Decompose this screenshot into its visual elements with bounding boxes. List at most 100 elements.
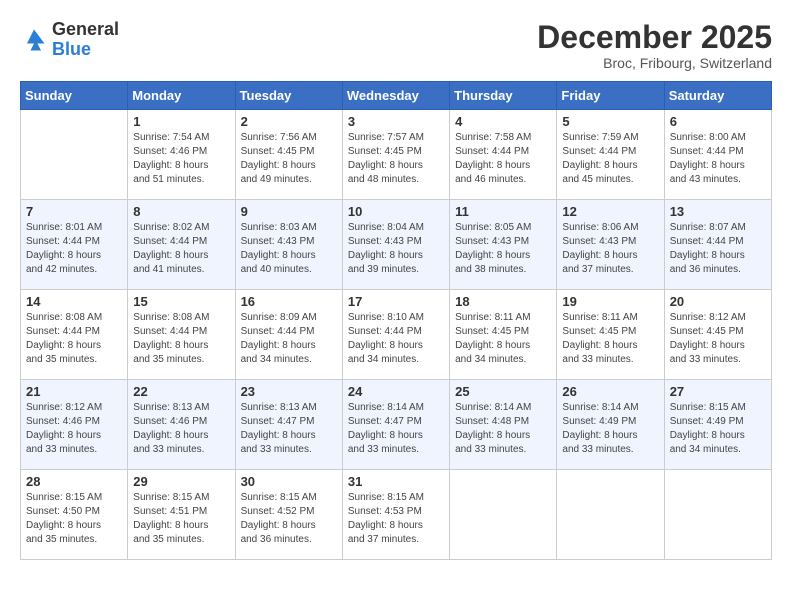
- calendar-cell: 17 Sunrise: 8:10 AMSunset: 4:44 PMDayligh…: [342, 290, 449, 380]
- calendar-cell: 30 Sunrise: 8:15 AMSunset: 4:52 PMDayligh…: [235, 470, 342, 560]
- day-info: Sunrise: 8:07 AMSunset: 4:44 PMDaylight:…: [670, 221, 766, 277]
- calendar-cell: [557, 470, 664, 560]
- calendar-cell: 20 Sunrise: 8:12 AMSunset: 4:45 PMDayligh…: [664, 290, 771, 380]
- day-number: 1: [133, 114, 229, 129]
- calendar-cell: 26Sunrise: 8:14 AMSunset: 4:49 PMDayligh…: [557, 380, 664, 470]
- calendar-cell: 16 Sunrise: 8:09 AMSunset: 4:44 PMDayligh…: [235, 290, 342, 380]
- title-block: December 2025 Broc, Fribourg, Switzerlan…: [537, 20, 772, 71]
- calendar-cell: 7Sunrise: 8:01 AMSunset: 4:44 PMDaylight…: [21, 200, 128, 290]
- day-info: Sunrise: 8:00 AMSunset: 4:44 PMDaylight:…: [670, 131, 766, 187]
- day-info: Sunrise: 8:12 AMSunset: 4:45 PMDaylight:…: [670, 311, 766, 367]
- calendar-week-row: 14 Sunrise: 8:08 AMSunset: 4:44 PMDayligh…: [21, 290, 772, 380]
- day-number: 28: [26, 474, 122, 489]
- location: Broc, Fribourg, Switzerland: [537, 55, 772, 71]
- day-number: 8: [133, 204, 229, 219]
- day-info: Sunrise: 8:15 AMSunset: 4:53 PMDaylight:…: [348, 491, 444, 547]
- day-number: 14: [26, 294, 122, 309]
- day-info: Sunrise: 8:13 AMSunset: 4:46 PMDaylight:…: [133, 401, 229, 457]
- day-number: 30: [241, 474, 337, 489]
- calendar-cell: 11Sunrise: 8:05 AMSunset: 4:43 PMDayligh…: [450, 200, 557, 290]
- day-info: Sunrise: 8:15 AMSunset: 4:52 PMDaylight:…: [241, 491, 337, 547]
- day-info: Sunrise: 8:10 AMSunset: 4:44 PMDaylight:…: [348, 311, 444, 367]
- day-number: 3: [348, 114, 444, 129]
- calendar-cell: 29Sunrise: 8:15 AMSunset: 4:51 PMDayligh…: [128, 470, 235, 560]
- day-number: 2: [241, 114, 337, 129]
- day-header-thursday: Thursday: [450, 82, 557, 110]
- day-info: Sunrise: 8:13 AMSunset: 4:47 PMDaylight:…: [241, 401, 337, 457]
- calendar-cell: [450, 470, 557, 560]
- day-number: 15: [133, 294, 229, 309]
- day-number: 5: [562, 114, 658, 129]
- calendar-cell: 2 Sunrise: 7:56 AMSunset: 4:45 PMDaylight…: [235, 110, 342, 200]
- day-info: Sunrise: 8:04 AMSunset: 4:43 PMDaylight:…: [348, 221, 444, 277]
- day-header-tuesday: Tuesday: [235, 82, 342, 110]
- calendar-cell: 5 Sunrise: 7:59 AMSunset: 4:44 PMDaylight…: [557, 110, 664, 200]
- month-title: December 2025: [537, 20, 772, 55]
- calendar-cell: [21, 110, 128, 200]
- calendar-cell: 14 Sunrise: 8:08 AMSunset: 4:44 PMDayligh…: [21, 290, 128, 380]
- day-number: 19: [562, 294, 658, 309]
- day-info: Sunrise: 8:08 AMSunset: 4:44 PMDaylight:…: [133, 311, 229, 367]
- day-number: 17: [348, 294, 444, 309]
- day-info: Sunrise: 7:54 AMSunset: 4:46 PMDaylight:…: [133, 131, 229, 187]
- day-number: 27: [670, 384, 766, 399]
- day-info: Sunrise: 7:56 AMSunset: 4:45 PMDaylight:…: [241, 131, 337, 187]
- day-info: Sunrise: 8:01 AMSunset: 4:44 PMDaylight:…: [26, 221, 122, 277]
- day-info: Sunrise: 8:11 AMSunset: 4:45 PMDaylight:…: [562, 311, 658, 367]
- day-info: Sunrise: 8:06 AMSunset: 4:43 PMDaylight:…: [562, 221, 658, 277]
- page-header: General Blue December 2025 Broc, Fribour…: [20, 20, 772, 71]
- day-info: Sunrise: 8:11 AMSunset: 4:45 PMDaylight:…: [455, 311, 551, 367]
- day-info: Sunrise: 8:02 AMSunset: 4:44 PMDaylight:…: [133, 221, 229, 277]
- day-info: Sunrise: 8:03 AMSunset: 4:43 PMDaylight:…: [241, 221, 337, 277]
- logo: General Blue: [20, 20, 119, 60]
- calendar-cell: 19 Sunrise: 8:11 AMSunset: 4:45 PMDayligh…: [557, 290, 664, 380]
- day-header-monday: Monday: [128, 82, 235, 110]
- day-header-saturday: Saturday: [664, 82, 771, 110]
- calendar-cell: 31 Sunrise: 8:15 AMSunset: 4:53 PMDayligh…: [342, 470, 449, 560]
- day-info: Sunrise: 8:14 AMSunset: 4:47 PMDaylight:…: [348, 401, 444, 457]
- day-number: 24: [348, 384, 444, 399]
- day-number: 20: [670, 294, 766, 309]
- calendar-cell: 4 Sunrise: 7:58 AMSunset: 4:44 PMDaylight…: [450, 110, 557, 200]
- day-info: Sunrise: 8:09 AMSunset: 4:44 PMDaylight:…: [241, 311, 337, 367]
- day-number: 29: [133, 474, 229, 489]
- day-info: Sunrise: 7:59 AMSunset: 4:44 PMDaylight:…: [562, 131, 658, 187]
- calendar-cell: 6Sunrise: 8:00 AMSunset: 4:44 PMDaylight…: [664, 110, 771, 200]
- calendar-week-row: 7Sunrise: 8:01 AMSunset: 4:44 PMDaylight…: [21, 200, 772, 290]
- day-number: 26: [562, 384, 658, 399]
- day-info: Sunrise: 8:12 AMSunset: 4:46 PMDaylight:…: [26, 401, 122, 457]
- logo-text: General Blue: [52, 20, 119, 60]
- day-header-friday: Friday: [557, 82, 664, 110]
- day-info: Sunrise: 8:05 AMSunset: 4:43 PMDaylight:…: [455, 221, 551, 277]
- day-info: Sunrise: 8:08 AMSunset: 4:44 PMDaylight:…: [26, 311, 122, 367]
- day-info: Sunrise: 7:57 AMSunset: 4:45 PMDaylight:…: [348, 131, 444, 187]
- calendar-cell: 9 Sunrise: 8:03 AMSunset: 4:43 PMDaylight…: [235, 200, 342, 290]
- calendar-header-row: SundayMondayTuesdayWednesdayThursdayFrid…: [21, 82, 772, 110]
- day-number: 18: [455, 294, 551, 309]
- calendar-cell: [664, 470, 771, 560]
- day-number: 21: [26, 384, 122, 399]
- calendar-week-row: 28 Sunrise: 8:15 AMSunset: 4:50 PMDayligh…: [21, 470, 772, 560]
- calendar-cell: 27 Sunrise: 8:15 AMSunset: 4:49 PMDayligh…: [664, 380, 771, 470]
- calendar-cell: 24 Sunrise: 8:14 AMSunset: 4:47 PMDayligh…: [342, 380, 449, 470]
- day-number: 16: [241, 294, 337, 309]
- day-info: Sunrise: 8:15 AMSunset: 4:49 PMDaylight:…: [670, 401, 766, 457]
- day-number: 25: [455, 384, 551, 399]
- day-info: Sunrise: 8:15 AMSunset: 4:50 PMDaylight:…: [26, 491, 122, 547]
- calendar-cell: 8 Sunrise: 8:02 AMSunset: 4:44 PMDaylight…: [128, 200, 235, 290]
- calendar-cell: 10 Sunrise: 8:04 AMSunset: 4:43 PMDayligh…: [342, 200, 449, 290]
- calendar-cell: 28 Sunrise: 8:15 AMSunset: 4:50 PMDayligh…: [21, 470, 128, 560]
- day-number: 10: [348, 204, 444, 219]
- calendar-cell: 15 Sunrise: 8:08 AMSunset: 4:44 PMDayligh…: [128, 290, 235, 380]
- calendar-cell: 1 Sunrise: 7:54 AMSunset: 4:46 PMDaylight…: [128, 110, 235, 200]
- day-number: 31: [348, 474, 444, 489]
- calendar-cell: 3 Sunrise: 7:57 AMSunset: 4:45 PMDaylight…: [342, 110, 449, 200]
- day-number: 23: [241, 384, 337, 399]
- day-number: 9: [241, 204, 337, 219]
- calendar-cell: 23 Sunrise: 8:13 AMSunset: 4:47 PMDayligh…: [235, 380, 342, 470]
- day-header-wednesday: Wednesday: [342, 82, 449, 110]
- day-info: Sunrise: 7:58 AMSunset: 4:44 PMDaylight:…: [455, 131, 551, 187]
- calendar-cell: 22Sunrise: 8:13 AMSunset: 4:46 PMDayligh…: [128, 380, 235, 470]
- day-info: Sunrise: 8:14 AMSunset: 4:48 PMDaylight:…: [455, 401, 551, 457]
- day-number: 4: [455, 114, 551, 129]
